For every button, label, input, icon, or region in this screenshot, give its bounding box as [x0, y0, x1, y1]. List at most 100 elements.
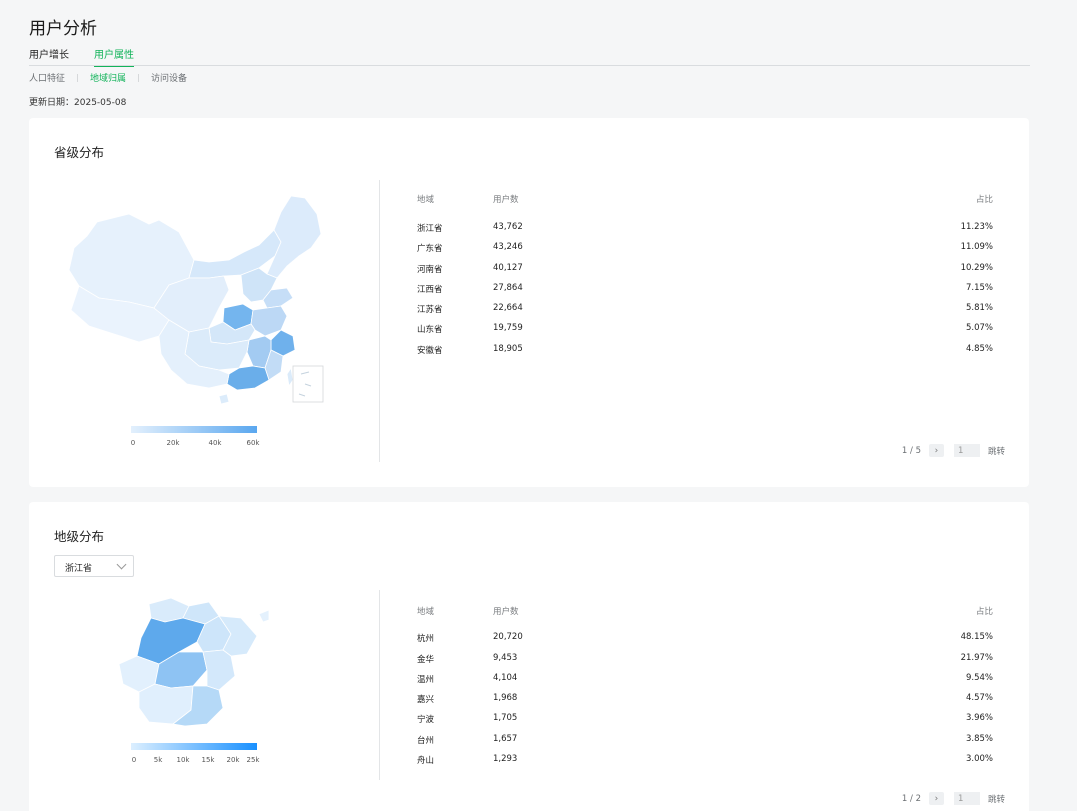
- region-cell: 安徽省: [417, 346, 443, 356]
- table-row[interactable]: 河南省 40,127 10.29%: [417, 263, 993, 277]
- zhejiang-map[interactable]: [119, 594, 269, 734]
- card-divider: [379, 590, 380, 780]
- users-cell: 1,968: [493, 693, 518, 703]
- city-table-header: 地域 用户数 占比: [417, 605, 993, 619]
- region-cell: 嘉兴: [417, 695, 435, 705]
- page-title: 用户分析: [29, 19, 97, 39]
- users-cell: 9,453: [493, 653, 518, 663]
- next-page-button[interactable]: ›: [928, 444, 944, 457]
- subtab-demographics[interactable]: 人口特征: [29, 71, 65, 84]
- page-indicator: 1 / 2: [901, 793, 921, 804]
- pct-cell: 3.00%: [965, 754, 993, 764]
- city-legend: 0 5k 10k 15k 20k 25k: [131, 743, 260, 767]
- table-row[interactable]: 广东省 43,246 11.09%: [417, 242, 993, 256]
- subtab-region[interactable]: 地域归属: [90, 71, 126, 84]
- users-cell: 43,762: [493, 222, 523, 232]
- page-indicator: 1 / 5: [901, 445, 921, 456]
- table-row[interactable]: 杭州 20,720 48.15%: [417, 632, 993, 646]
- sub-tabs: 人口特征 地域归属 访问设备: [29, 71, 187, 84]
- pct-cell: 7.15%: [965, 283, 993, 293]
- region-cell: 舟山: [417, 756, 435, 766]
- legend-tick: 20k: [166, 439, 180, 447]
- legend-tick: 20k: [226, 756, 240, 764]
- subtab-devices[interactable]: 访问设备: [151, 71, 187, 84]
- map-region-inner-mongolia[interactable]: [188, 229, 282, 279]
- province-pager: 1 / 5 › 跳转: [902, 444, 1005, 457]
- legend-tick: 0: [131, 756, 137, 764]
- jump-button[interactable]: 跳转: [988, 793, 1005, 805]
- city-distribution-card: 地级分布 浙江省 0 5k 10k 15k 20k 25k 地域 用户数 占比 …: [29, 502, 1029, 811]
- city-pager: 1 / 2 › 跳转: [902, 792, 1005, 805]
- users-cell: 22,664: [493, 303, 523, 313]
- province-table-header: 地域 用户数 占比: [417, 193, 993, 207]
- column-region-header[interactable]: 地域: [417, 193, 434, 205]
- users-cell: 1,293: [493, 754, 518, 764]
- map-region-hainan[interactable]: [218, 393, 230, 405]
- region-cell: 江西省: [417, 285, 443, 295]
- column-users-header[interactable]: 用户数: [493, 605, 519, 617]
- legend-tick: 10k: [176, 756, 190, 764]
- card-divider: [379, 180, 380, 462]
- map-region-taiwan[interactable]: [286, 366, 294, 388]
- region-cell: 广东省: [417, 244, 443, 254]
- region-cell: 宁波: [417, 715, 435, 725]
- column-pct-header[interactable]: 占比: [976, 605, 993, 617]
- users-cell: 40,127: [493, 263, 523, 273]
- users-cell: 1,705: [493, 713, 518, 723]
- table-row[interactable]: 江西省 27,864 7.15%: [417, 283, 993, 297]
- map-city-taizhou[interactable]: [202, 649, 236, 691]
- province-select[interactable]: 浙江省: [54, 555, 134, 577]
- users-cell: 19,759: [493, 323, 523, 333]
- column-users-header[interactable]: 用户数: [493, 193, 519, 205]
- table-row[interactable]: 台州 1,657 3.85%: [417, 734, 993, 748]
- map-city-zhoushan[interactable]: [258, 609, 269, 623]
- south-sea-inset: [292, 365, 324, 403]
- page-number-input[interactable]: [953, 792, 980, 805]
- pct-cell: 48.15%: [960, 632, 993, 642]
- pct-cell: 9.54%: [965, 673, 993, 683]
- table-row[interactable]: 宁波 1,705 3.96%: [417, 713, 993, 727]
- tab-user-growth[interactable]: 用户增长: [29, 46, 69, 66]
- legend-tick: 25k: [246, 756, 260, 764]
- map-region-guangdong[interactable]: [226, 365, 270, 391]
- table-row[interactable]: 嘉兴 1,968 4.57%: [417, 693, 993, 707]
- region-cell: 温州: [417, 675, 435, 685]
- province-card-title: 省级分布: [54, 145, 105, 160]
- legend-tick: 0: [130, 439, 136, 447]
- region-cell: 江苏省: [417, 305, 443, 315]
- page-number-input[interactable]: [953, 444, 980, 457]
- column-region-header[interactable]: 地域: [417, 605, 434, 617]
- table-row[interactable]: 温州 4,104 9.54%: [417, 673, 993, 687]
- table-row[interactable]: 浙江省 43,762 11.23%: [417, 222, 993, 236]
- legend-tick: 15k: [201, 756, 215, 764]
- south-sea-islands: [298, 371, 312, 397]
- legend-tick: 5k: [153, 756, 163, 764]
- city-legend-gradient: [131, 743, 257, 750]
- next-page-button[interactable]: ›: [928, 792, 944, 805]
- jump-button[interactable]: 跳转: [988, 445, 1005, 457]
- pct-cell: 11.23%: [960, 222, 993, 232]
- table-row[interactable]: 金华 9,453 21.97%: [417, 653, 993, 667]
- pct-cell: 10.29%: [960, 263, 993, 273]
- province-legend-gradient: [131, 426, 257, 433]
- table-row[interactable]: 山东省 19,759 5.07%: [417, 323, 993, 337]
- pct-cell: 21.97%: [960, 653, 993, 663]
- users-cell: 20,720: [493, 632, 523, 642]
- column-pct-header[interactable]: 占比: [976, 193, 993, 205]
- table-row[interactable]: 安徽省 18,905 4.85%: [417, 344, 993, 358]
- table-row[interactable]: 江苏省 22,664 5.81%: [417, 303, 993, 317]
- chevron-down-icon: [116, 559, 127, 570]
- pct-cell: 3.96%: [965, 713, 993, 723]
- update-date: 更新日期：2025-05-08: [29, 95, 126, 108]
- subtab-divider: [77, 73, 79, 82]
- region-cell: 浙江省: [417, 224, 443, 234]
- province-distribution-card: 省级分布 0 20k 40k 60k 地域 用户数 占比 浙江省 43,762 11: [29, 118, 1029, 487]
- legend-tick: 40k: [208, 439, 222, 447]
- users-cell: 1,657: [493, 734, 518, 744]
- tab-user-attributes[interactable]: 用户属性: [94, 46, 134, 67]
- region-cell: 金华: [417, 655, 435, 665]
- users-cell: 18,905: [493, 344, 523, 354]
- table-row[interactable]: 舟山 1,293 3.00%: [417, 754, 993, 768]
- pct-cell: 3.85%: [965, 734, 993, 744]
- china-map[interactable]: [59, 190, 334, 410]
